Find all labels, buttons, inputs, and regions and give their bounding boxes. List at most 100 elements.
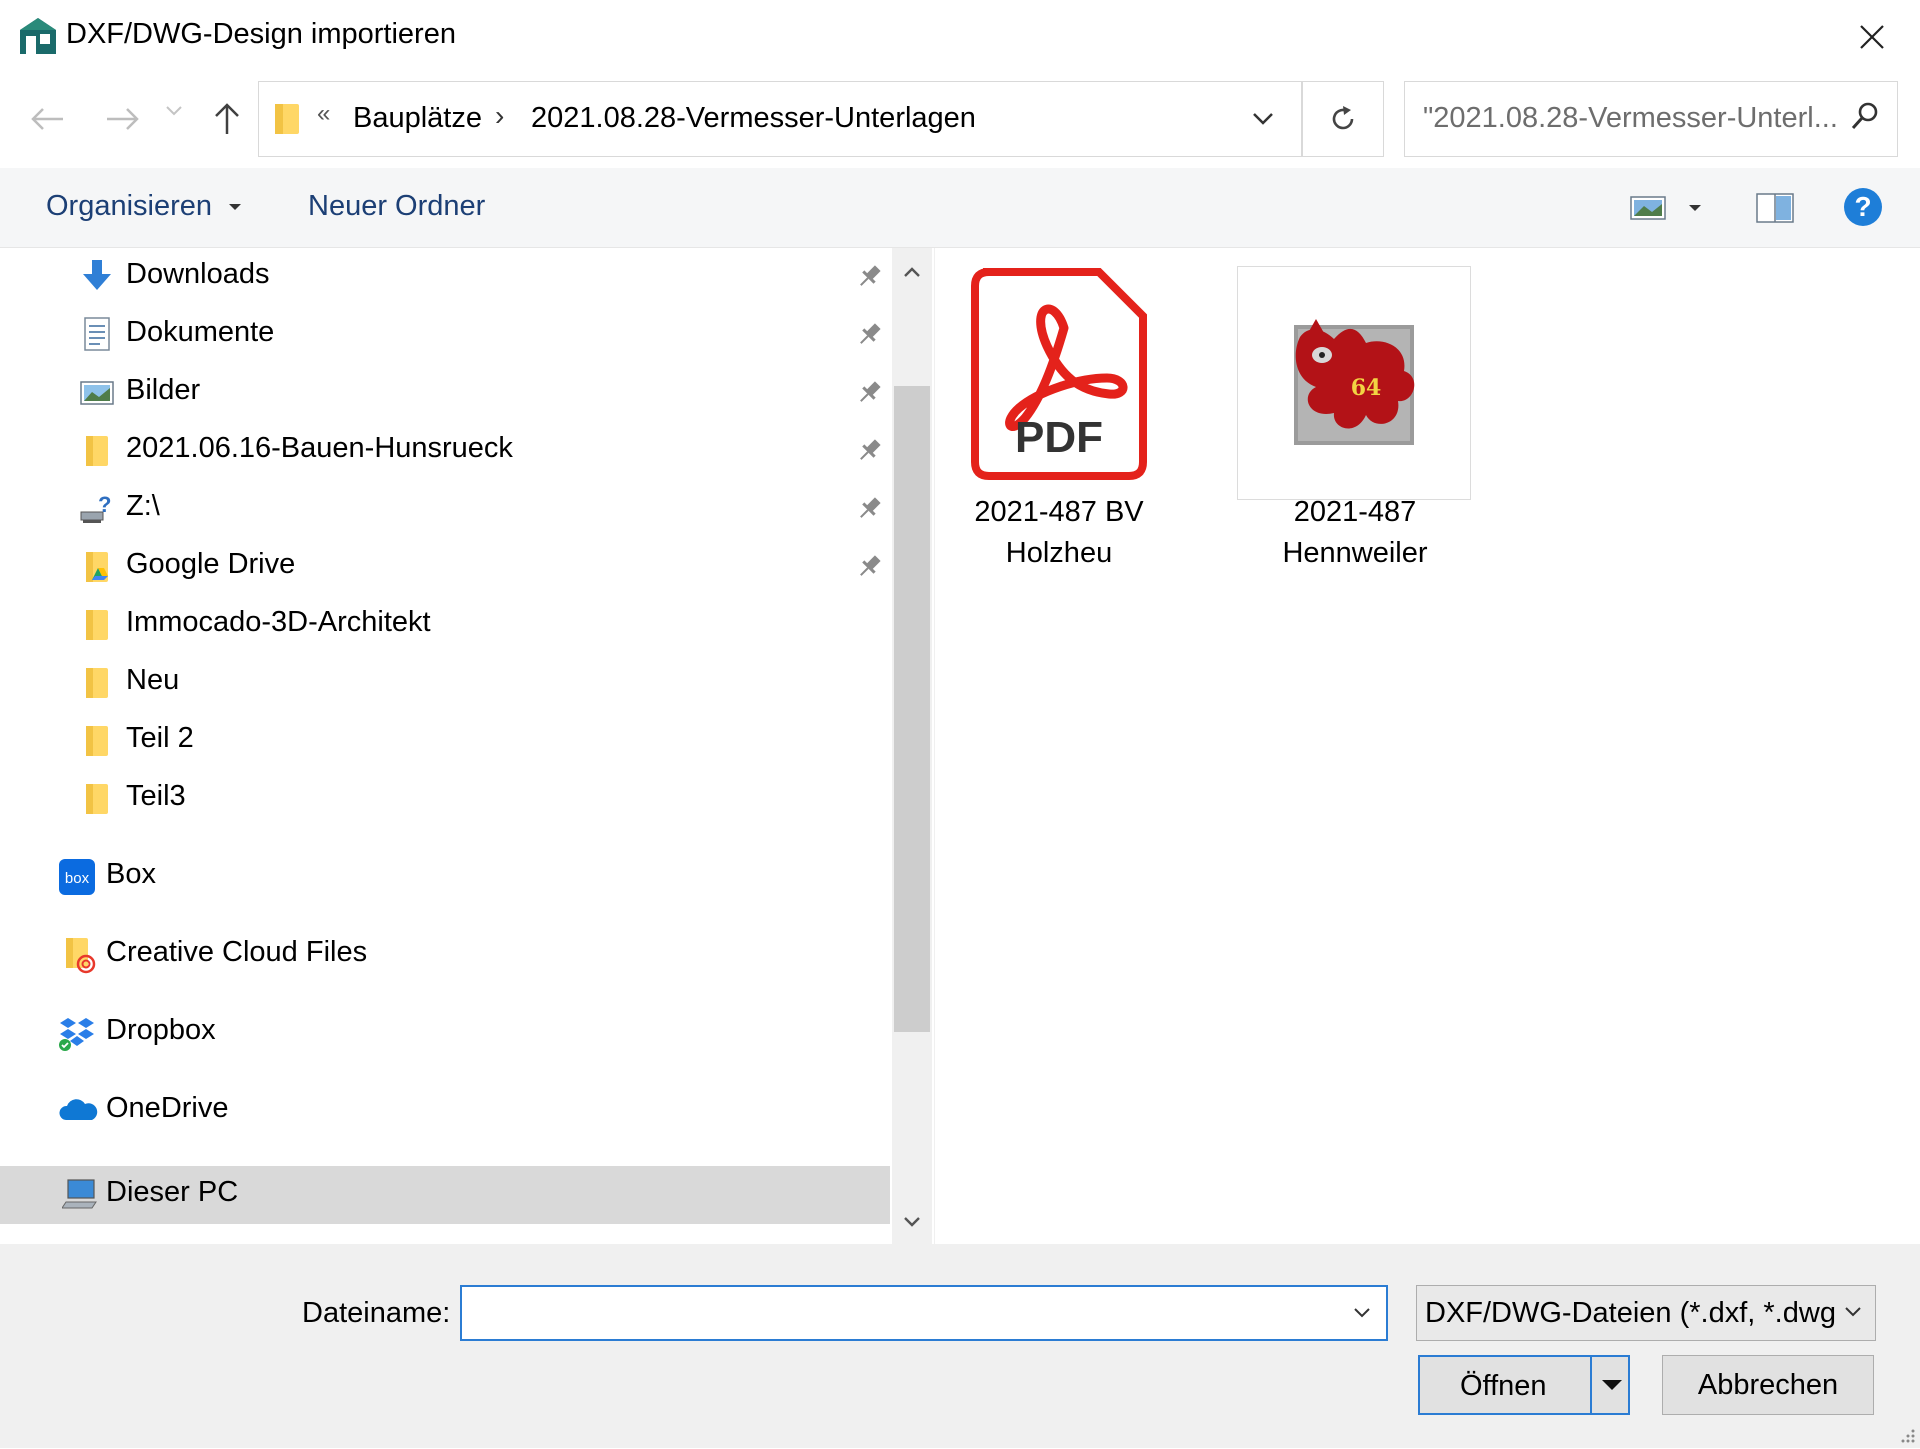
resize-grip-icon[interactable] [1896,1424,1916,1444]
pin-icon[interactable] [856,436,884,464]
help-icon: ? [1854,191,1872,222]
nav-item-teil-2[interactable]: Teil 2 [0,712,890,768]
navigation-pane: Downloads Dokumente Bilder 2021.06.16-Ba… [0,248,934,1244]
forward-button[interactable] [96,96,148,142]
nav-item-onedrive[interactable]: OneDrive [0,1082,890,1138]
address-bar[interactable]: « Bauplätze › 2021.08.28-Vermesser-Unter… [258,81,1303,157]
folder-icon [80,722,114,758]
scroll-up-button[interactable] [892,254,932,290]
file-name-line2: Hennweiler [1282,537,1428,569]
window-title: DXF/DWG-Design importieren [66,18,456,50]
file-name-line2: Holzheu [1005,537,1113,569]
nav-item-dieser-pc[interactable]: Dieser PC [0,1166,890,1224]
address-history-dropdown[interactable] [1223,82,1303,156]
chevron-up-icon [904,267,920,277]
help-button[interactable]: ? [1844,188,1882,226]
nav-item-label: Creative Cloud Files [106,936,368,968]
nav-item-label: Teil3 [126,780,186,812]
open-label: Öffnen [1460,1370,1547,1402]
filename-dropdown-button[interactable] [1346,1297,1378,1329]
nav-item-z-drive[interactable]: ? Z:\ [0,480,890,536]
nav-item-immocado[interactable]: Immocado-3D-Architekt [0,596,890,652]
nav-item-bauen-hunsrueck[interactable]: 2021.06.16-Bauen-Hunsrueck [0,422,890,478]
chevron-down-icon [1354,1308,1370,1318]
svg-text:box: box [65,870,90,887]
app-house-icon [18,16,58,56]
filename-label: Dateiname: [302,1297,451,1329]
organize-button[interactable]: Organisieren [46,190,242,223]
open-button[interactable]: Öffnen [1418,1355,1630,1415]
folder-icon [80,606,114,642]
nav-item-bilder[interactable]: Bilder [0,364,890,420]
nav-item-dropbox[interactable]: Dropbox [0,1004,890,1060]
nav-item-teil3[interactable]: Teil3 [0,770,890,826]
new-folder-button[interactable]: Neuer Ordner [308,190,485,223]
dropbox-icon [58,1014,94,1051]
caret-down-icon [1689,205,1701,211]
image-thumbnail: 64 [1237,266,1471,500]
pictures-icon [80,374,114,410]
breadcrumb-bauplaetze[interactable]: Bauplätze [353,102,482,135]
up-button[interactable] [204,96,250,142]
organize-label: Organisieren [46,190,213,222]
svg-text:?: ? [98,492,111,517]
filename-input[interactable] [472,1293,1312,1333]
this-pc-icon [61,1176,97,1212]
nav-item-box[interactable]: box Box [0,848,890,904]
pin-icon[interactable] [856,552,884,580]
creative-cloud-icon [62,936,96,974]
nav-item-label: Google Drive [126,548,296,580]
nav-item-neu[interactable]: Neu [0,654,890,710]
command-bar: Organisieren Neuer Ordner ? [0,168,1920,248]
breadcrumb-current-folder[interactable]: 2021.08.28-Vermesser-Unterlagen [531,102,976,135]
pdf-file-icon: PDF [969,266,1149,482]
close-button[interactable] [1840,12,1904,62]
address-overflow[interactable]: « [317,100,330,128]
scroll-down-button[interactable] [892,1204,932,1240]
document-icon [80,316,114,352]
chevron-down-icon [904,1217,920,1227]
nav-item-label: Downloads [126,258,270,290]
change-view-button[interactable] [1630,194,1666,222]
folder-icon [80,664,114,700]
recent-locations-button[interactable] [164,104,184,134]
nav-item-downloads[interactable]: Downloads [0,248,890,304]
breadcrumb-separator[interactable]: › [495,100,504,132]
image-badge: 64 [1351,375,1382,401]
nav-item-label: Bilder [126,374,201,406]
search-box[interactable]: "2021.08.28-Vermesser-Unterl... [1404,81,1898,157]
nav-item-label: Teil 2 [126,722,194,754]
pdf-badge: PDF [1015,413,1103,462]
arrow-left-icon [31,108,63,130]
chevron-down-icon [1252,113,1273,125]
nav-scrollbar-thumb[interactable] [894,386,930,1032]
nav-item-creative-cloud[interactable]: Creative Cloud Files [0,926,890,982]
preview-pane-button[interactable] [1756,192,1794,224]
pin-icon[interactable] [856,378,884,406]
nav-item-dokumente[interactable]: Dokumente [0,306,890,362]
nav-item-label: Dokumente [126,316,275,348]
pin-icon[interactable] [856,262,884,290]
filename-combobox[interactable] [460,1285,1388,1341]
refresh-button[interactable] [1302,81,1384,157]
pin-icon[interactable] [856,494,884,522]
cancel-button[interactable]: Abbrechen [1662,1355,1874,1415]
nav-item-label: 2021.06.16-Bauen-Hunsrueck [126,432,513,464]
nav-item-label: Dropbox [106,1014,216,1046]
view-options-dropdown[interactable] [1688,200,1702,218]
network-drive-icon: ? [80,490,114,526]
open-options-button[interactable] [1596,1357,1628,1413]
nav-item-label: Immocado-3D-Architekt [126,606,431,638]
nav-item-google-drive[interactable]: Google Drive [0,538,890,594]
file-list: PDF 2021-487 BV Holzheu 64 2021-487 Henn… [934,248,1920,1244]
search-icon[interactable] [1849,100,1885,136]
close-icon [1860,25,1884,49]
search-input[interactable]: "2021.08.28-Vermesser-Unterl... [1423,102,1838,135]
download-arrow-icon [80,258,114,294]
pin-icon[interactable] [856,320,884,348]
arrow-up-icon [215,103,239,134]
filetype-dropdown-button[interactable] [1837,1296,1869,1328]
filetype-select[interactable]: DXF/DWG-Dateien (*.dxf, *.dwg [1416,1285,1876,1341]
back-button[interactable] [22,96,74,142]
view-icon [1630,196,1666,220]
